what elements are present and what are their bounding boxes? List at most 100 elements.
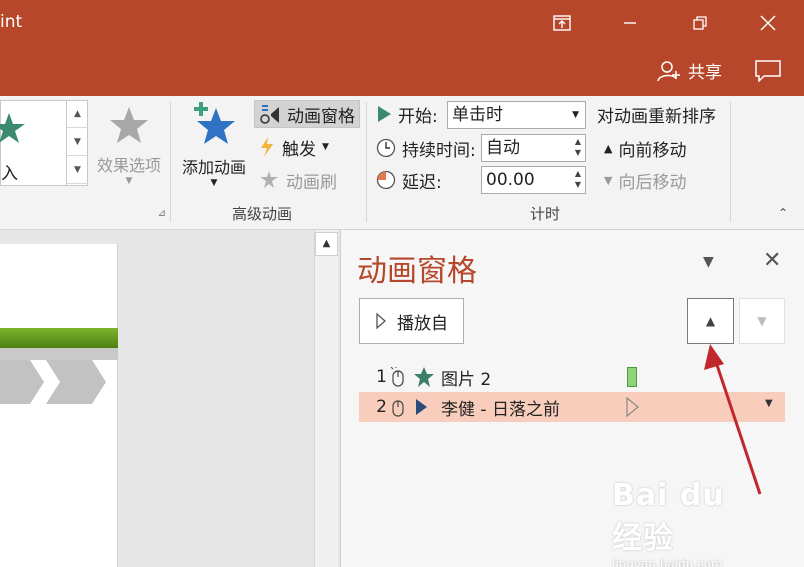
minimize-button[interactable] <box>610 6 650 40</box>
reorder-label: 对动画重新排序 <box>597 100 716 128</box>
add-person-icon <box>657 60 680 81</box>
red-arrow-annotation <box>704 344 762 495</box>
duration-label: 持续时间: <box>402 140 476 161</box>
timing-group-label: 计时 <box>530 205 561 223</box>
animation-painter-label: 动画刷 <box>286 172 337 193</box>
duration-label-row: 持续时间: <box>376 134 476 162</box>
play-from-button[interactable]: 播放自 <box>359 298 464 344</box>
add-animation-button[interactable]: 添加动画 ▼ <box>176 100 252 188</box>
share-label: 共享 <box>688 63 722 83</box>
play-from-label: 播放自 <box>397 313 448 334</box>
restore-button[interactable] <box>680 6 720 40</box>
move-later-label: 向后移动 <box>618 172 687 193</box>
effect-options-label: 效果选项 <box>96 156 161 175</box>
trigger-label: 触发 <box>282 139 316 160</box>
animation-pane-button[interactable]: 动画窗格 <box>254 100 360 128</box>
restore-icon <box>693 16 707 30</box>
start-label-row: 开始: <box>376 100 438 128</box>
emphasis-star-icon <box>413 366 437 388</box>
up-triangle-icon: ▲ <box>604 141 613 155</box>
animation-number: 2 <box>376 397 387 417</box>
collapse-ribbon-icon[interactable]: ⌃ <box>778 206 788 220</box>
animation-number: 1 <box>376 367 387 387</box>
advanced-animation-group-label: 高级动画 <box>232 205 293 223</box>
ribbon-display-icon <box>553 15 571 31</box>
lightning-icon <box>261 137 273 157</box>
reorder-label-text: 对动画重新排序 <box>597 106 716 127</box>
move-earlier-button[interactable]: ▲ 向前移动 <box>604 134 686 162</box>
animation-pane-icon <box>260 105 279 124</box>
baidu-watermark: Bai du 经验 jingyan.baidu.com <box>612 478 762 567</box>
animation-painter-icon <box>260 171 278 188</box>
clock-icon <box>376 138 396 158</box>
gallery-up-icon[interactable]: ▲ <box>67 100 88 128</box>
spinner-icon[interactable]: ▲ ▼ <box>575 168 581 190</box>
move-earlier-label: 向前移动 <box>618 140 687 161</box>
pane-close-icon[interactable]: ✕ <box>763 248 781 273</box>
dropdown-arrow-icon: ▼ <box>322 142 329 152</box>
animation-pane-label: 动画窗格 <box>287 106 355 127</box>
watermark-url: jingyan.baidu.com <box>612 557 723 567</box>
media-play-icon <box>413 397 437 417</box>
duration-value: 自动 <box>486 138 520 158</box>
pane-title: 动画窗格 <box>357 254 477 289</box>
dropdown-arrow-icon: ▼ <box>125 176 133 186</box>
close-icon <box>760 15 776 31</box>
animation-gallery-label: 入 <box>1 164 18 184</box>
move-down-button[interactable]: ▼ <box>739 298 785 344</box>
timing-bar[interactable] <box>627 367 637 387</box>
group-separator <box>366 102 367 222</box>
dropdown-arrow-icon: ▼ <box>210 178 218 188</box>
mouse-click-icon <box>392 400 404 417</box>
move-up-button[interactable]: ▲ <box>687 298 734 344</box>
duration-input[interactable]: 自动 ▲ ▼ <box>481 134 586 162</box>
minimize-icon <box>624 22 636 24</box>
dropdown-arrow-icon: ▼ <box>572 110 579 120</box>
media-timing-marker[interactable] <box>625 396 641 418</box>
start-value: 单击时 <box>452 105 503 125</box>
slide-canvas[interactable] <box>0 244 118 567</box>
ribbon: 入 ▲ ▼ ▼ 效果选项 ▼ ⊿ 添加动画 ▼ 动画窗格 触发 ▼ 动画刷 高级… <box>0 96 804 230</box>
app-title: int <box>0 12 23 32</box>
slide-green-bar <box>0 328 118 348</box>
dialog-launcher-icon[interactable]: ⊿ <box>124 208 166 219</box>
gallery-more-icon[interactable]: ▼ <box>67 156 88 184</box>
group-separator <box>170 102 171 222</box>
slide-gray-bar <box>0 348 118 360</box>
delay-label: 延迟: <box>402 172 442 193</box>
play-outline-icon <box>376 312 386 330</box>
slide-chevron-shapes <box>0 360 106 404</box>
spinner-icon[interactable]: ▲ ▼ <box>575 136 581 158</box>
comment-icon[interactable] <box>755 60 781 82</box>
add-animation-label: 添加动画 <box>181 158 246 177</box>
vertical-scrollbar[interactable]: ▲ <box>314 230 338 567</box>
add-star-icon <box>194 102 235 144</box>
effect-options-button[interactable]: 效果选项 ▼ <box>90 104 168 186</box>
animation-name: 图片 2 <box>441 369 492 390</box>
animation-name: 李健 - 日落之前 <box>441 399 560 420</box>
delay-value: 00.00 <box>486 170 535 190</box>
start-select[interactable]: 单击时 ▼ <box>447 101 586 129</box>
gallery-down-icon[interactable]: ▼ <box>67 128 88 156</box>
title-bar: int 共享 <box>0 0 804 96</box>
ribbon-display-options-button[interactable] <box>542 6 582 40</box>
down-triangle-icon: ▼ <box>604 173 613 187</box>
play-icon <box>378 106 391 122</box>
star-icon <box>110 107 148 143</box>
close-button[interactable] <box>748 6 788 40</box>
delay-input[interactable]: 00.00 ▲ ▼ <box>481 166 586 194</box>
share-button[interactable]: 共享 <box>656 58 722 83</box>
star-icon <box>0 113 25 143</box>
group-separator <box>730 102 731 222</box>
delay-clock-icon <box>376 170 396 190</box>
trigger-button[interactable]: 触发 ▼ <box>258 133 329 161</box>
animation-painter-button[interactable]: 动画刷 <box>258 166 337 194</box>
scroll-up-icon[interactable]: ▲ <box>315 232 338 256</box>
gallery-scroll[interactable]: ▲ ▼ ▼ <box>66 100 88 186</box>
pane-options-icon[interactable]: ▼ <box>703 254 714 270</box>
start-label: 开始: <box>398 106 438 127</box>
delay-label-row: 延迟: <box>376 166 442 194</box>
mouse-click-icon <box>390 367 404 387</box>
watermark-logo: Bai du 经验 <box>612 478 725 556</box>
move-later-button[interactable]: ▼ 向后移动 <box>604 166 686 194</box>
